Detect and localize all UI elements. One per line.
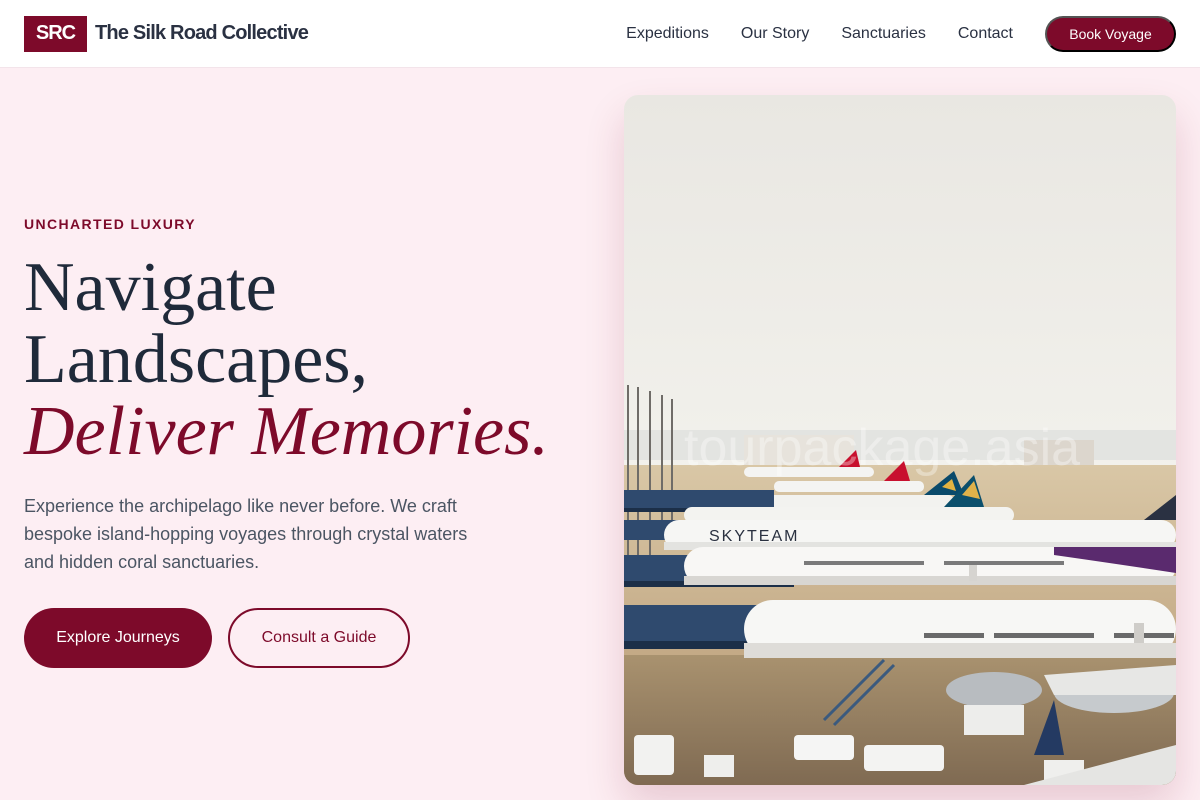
- headline-line-2: Landscapes,: [24, 321, 369, 398]
- book-voyage-button[interactable]: Book Voyage: [1045, 16, 1176, 52]
- airport-apron-photo: SKYTEAM tourpackage.asia: [624, 95, 1176, 785]
- headline-accent: Deliver Memories.: [24, 393, 549, 470]
- consult-guide-button[interactable]: Consult a Guide: [228, 608, 410, 668]
- headline-line-1: Navigate: [24, 249, 277, 326]
- brand[interactable]: SRC The Silk Road Collective: [24, 15, 309, 52]
- main-nav: Expeditions Our Story Sanctuaries Contac…: [626, 16, 1176, 52]
- brand-name[interactable]: The Silk Road Collective: [95, 22, 309, 45]
- hero-eyebrow: UNCHARTED LUXURY: [24, 216, 196, 232]
- hero-headline: Navigate Landscapes, Deliver Memories.: [24, 252, 624, 468]
- site-header: SRC The Silk Road Collective Expeditions…: [0, 0, 1200, 68]
- hero-image: SKYTEAM tourpackage.asia: [624, 95, 1176, 785]
- nav-link-expeditions[interactable]: Expeditions: [626, 16, 709, 52]
- nav-link-our-story[interactable]: Our Story: [741, 16, 809, 52]
- hero-lede: Experience the archipelago like never be…: [24, 496, 468, 572]
- explore-journeys-button[interactable]: Explore Journeys: [24, 608, 212, 668]
- image-watermark: tourpackage.asia: [684, 419, 1080, 477]
- brand-logo-mark[interactable]: SRC: [24, 15, 87, 52]
- nav-link-sanctuaries[interactable]: Sanctuaries: [841, 16, 926, 52]
- svg-text:SKYTEAM: SKYTEAM: [709, 528, 799, 545]
- nav-link-contact[interactable]: Contact: [958, 16, 1013, 52]
